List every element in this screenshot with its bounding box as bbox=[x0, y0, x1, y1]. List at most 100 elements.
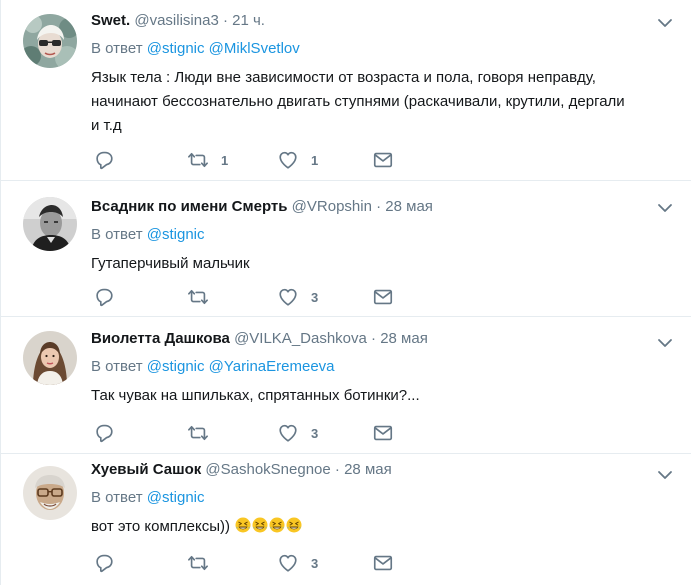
like-button[interactable]: 3 bbox=[277, 552, 318, 574]
tweet-header: Хуевый Сашок @SashokSnegnoe · 28 мая bbox=[91, 460, 671, 480]
replying-to-label: В ответ bbox=[91, 40, 143, 57]
heart-icon bbox=[277, 552, 299, 574]
like-button[interactable]: 3 bbox=[277, 422, 318, 444]
reply-icon bbox=[93, 422, 115, 444]
retweet-button[interactable] bbox=[187, 422, 209, 444]
mention-link[interactable]: @YarinaEremeeva bbox=[209, 358, 335, 375]
avatar[interactable] bbox=[23, 466, 77, 520]
mention-link[interactable]: @MiklSvetlov bbox=[209, 40, 300, 57]
tweet-text: Гутаперчивый мальчик bbox=[91, 255, 250, 272]
retweet-count: 1 bbox=[221, 152, 229, 168]
reply-button[interactable] bbox=[93, 149, 115, 171]
mention-link[interactable]: @stignic bbox=[147, 358, 205, 375]
replying-to: В ответ @stignic @MiklSvetlov bbox=[91, 39, 671, 59]
separator-dot: · bbox=[371, 330, 377, 347]
replying-to: В ответ @stignic bbox=[91, 488, 671, 508]
retweet-icon bbox=[187, 552, 209, 574]
mention-link[interactable]: @stignic bbox=[147, 226, 205, 243]
tweet[interactable]: Swet. @vasilisina3 · 21 ч. В ответ @stig… bbox=[1, 0, 691, 181]
direct-message-button[interactable] bbox=[372, 422, 394, 444]
avatar-image bbox=[23, 197, 77, 251]
avatar-image bbox=[23, 466, 77, 520]
rolling-on-floor-laughing-emoji bbox=[286, 517, 302, 533]
mention-link[interactable]: @stignic bbox=[147, 40, 205, 57]
reply-icon bbox=[93, 552, 115, 574]
replying-to-label: В ответ bbox=[91, 489, 143, 506]
tweet-content: Всадник по имени Смерть @VRopshin · 28 м… bbox=[91, 197, 671, 276]
chevron-down-icon[interactable] bbox=[657, 16, 673, 28]
rolling-on-floor-laughing-emoji bbox=[269, 517, 285, 533]
chevron-down-icon[interactable] bbox=[657, 336, 673, 348]
tweet-content: Хуевый Сашок @SashokSnegnoe · 28 мая В о… bbox=[91, 460, 671, 539]
separator-dot: · bbox=[334, 461, 340, 478]
reply-icon bbox=[93, 286, 115, 308]
tweet-text-line: начинают бессознательно двигать ступнями… bbox=[91, 93, 625, 110]
chevron-down-icon[interactable] bbox=[657, 468, 673, 480]
retweet-icon bbox=[187, 286, 209, 308]
reply-button[interactable] bbox=[93, 422, 115, 444]
like-count: 3 bbox=[311, 555, 319, 571]
tweet[interactable]: Виолетта Дашкова @VILKA_Dashkova · 28 ма… bbox=[1, 317, 691, 454]
envelope-icon bbox=[372, 286, 394, 308]
timestamp[interactable]: 21 ч. bbox=[232, 12, 265, 29]
envelope-icon bbox=[372, 422, 394, 444]
timestamp[interactable]: 28 мая bbox=[380, 330, 428, 347]
tweet-header: Виолетта Дашкова @VILKA_Dashkova · 28 ма… bbox=[91, 329, 671, 349]
author-username[interactable]: @SashokSnegnoe bbox=[205, 461, 330, 478]
like-count: 1 bbox=[311, 152, 319, 168]
tweet-text: вот это комплексы)) bbox=[91, 515, 671, 539]
author-name[interactable]: Swet. bbox=[91, 12, 130, 29]
heart-icon bbox=[277, 149, 299, 171]
rolling-on-floor-laughing-emoji bbox=[252, 517, 268, 533]
direct-message-button[interactable] bbox=[372, 552, 394, 574]
direct-message-button[interactable] bbox=[372, 286, 394, 308]
like-button[interactable]: 3 bbox=[277, 286, 318, 308]
reply-icon bbox=[93, 149, 115, 171]
author-username[interactable]: @vasilisina3 bbox=[134, 12, 218, 29]
envelope-icon bbox=[372, 149, 394, 171]
reply-button[interactable] bbox=[93, 286, 115, 308]
timestamp[interactable]: 28 мая bbox=[385, 198, 433, 215]
separator-dot: · bbox=[222, 12, 228, 29]
tweet-header: Всадник по имени Смерть @VRopshin · 28 м… bbox=[91, 197, 671, 217]
tweet-text-line: и т.д bbox=[91, 117, 122, 134]
author-name[interactable]: Всадник по имени Смерть bbox=[91, 198, 287, 215]
tweet-text-body: вот это комплексы)) bbox=[91, 518, 230, 535]
like-button[interactable]: 1 bbox=[277, 149, 318, 171]
replying-to-label: В ответ bbox=[91, 226, 143, 243]
tweet-text: Так чувак на шпильках, спрятанных ботинк… bbox=[91, 387, 420, 404]
avatar[interactable] bbox=[23, 197, 77, 251]
avatar[interactable] bbox=[23, 331, 77, 385]
reply-button[interactable] bbox=[93, 552, 115, 574]
author-username[interactable]: @VRopshin bbox=[292, 198, 372, 215]
replying-to: В ответ @stignic @YarinaEremeeva bbox=[91, 357, 671, 377]
tweet-feed: Swet. @vasilisina3 · 21 ч. В ответ @stig… bbox=[0, 0, 691, 585]
mention-link[interactable]: @stignic bbox=[147, 489, 205, 506]
retweet-button[interactable] bbox=[187, 286, 209, 308]
like-count: 3 bbox=[311, 289, 319, 305]
retweet-button[interactable] bbox=[187, 552, 209, 574]
tweet-text: Язык тела : Люди вне зависимости от возр… bbox=[91, 66, 671, 138]
chevron-down-icon[interactable] bbox=[657, 201, 673, 213]
tweet[interactable]: Всадник по имени Смерть @VRopshin · 28 м… bbox=[1, 181, 691, 317]
tweet-content: Swet. @vasilisina3 · 21 ч. В ответ @stig… bbox=[91, 11, 671, 138]
author-username[interactable]: @VILKA_Dashkova bbox=[234, 330, 367, 347]
direct-message-button[interactable] bbox=[372, 149, 394, 171]
avatar[interactable] bbox=[23, 14, 77, 68]
author-name[interactable]: Виолетта Дашкова bbox=[91, 330, 230, 347]
like-count: 3 bbox=[311, 425, 319, 441]
separator-dot: · bbox=[376, 198, 382, 215]
timestamp[interactable]: 28 мая bbox=[344, 461, 392, 478]
replying-to: В ответ @stignic bbox=[91, 225, 671, 245]
tweet-header: Swet. @vasilisina3 · 21 ч. bbox=[91, 11, 671, 31]
heart-icon bbox=[277, 286, 299, 308]
tweet[interactable]: Хуевый Сашок @SashokSnegnoe · 28 мая В о… bbox=[1, 454, 691, 585]
retweet-button[interactable]: 1 bbox=[187, 149, 228, 171]
author-name[interactable]: Хуевый Сашок bbox=[91, 461, 201, 478]
retweet-icon bbox=[187, 149, 209, 171]
avatar-image bbox=[23, 14, 77, 68]
heart-icon bbox=[277, 422, 299, 444]
retweet-icon bbox=[187, 422, 209, 444]
tweet-text-line: Язык тела : Люди вне зависимости от возр… bbox=[91, 69, 596, 86]
tweet-content: Виолетта Дашкова @VILKA_Dashkova · 28 ма… bbox=[91, 329, 671, 408]
